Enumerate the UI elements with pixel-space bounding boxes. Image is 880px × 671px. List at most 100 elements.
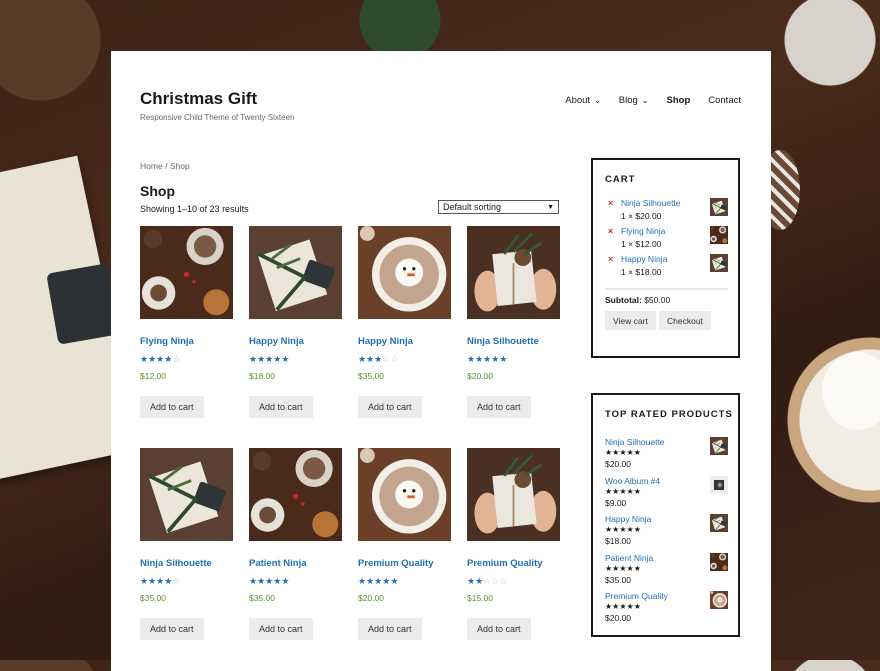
star-rating: ★★★★★ (605, 448, 641, 457)
cart-item-thumbnail[interactable] (710, 198, 728, 216)
top-rated-item: Happy Ninja ★★★★★ $18.00 (605, 514, 728, 552)
site-description: Responsive Child Theme of Twenty Sixteen (140, 113, 295, 122)
top-rated-price: $9.00 (605, 497, 627, 508)
breadcrumb: Home / Shop (140, 161, 190, 171)
add-to-cart-button[interactable]: Add to cart (467, 396, 531, 418)
cart-item-quantity: 1 × $12.00 (621, 239, 662, 249)
site-title[interactable]: Christmas Gift (140, 89, 257, 109)
view-cart-button[interactable]: View cart (605, 311, 656, 330)
add-to-cart-button[interactable]: Add to cart (358, 618, 422, 640)
product-image[interactable] (467, 226, 560, 319)
top-rated-thumbnail[interactable] (710, 475, 728, 494)
product-card: Flying Ninja ★★★★☆ $12.00 Add to cart (140, 226, 233, 448)
product-name[interactable]: Premium Quality (467, 558, 543, 569)
cart-item: × Ninja Silhouette 1 × $20.00 (605, 198, 728, 224)
sorting-select[interactable]: Default sorting ▼ (438, 200, 559, 214)
product-price: $35.00 (140, 593, 166, 603)
result-count: Showing 1–10 of 23 results (140, 204, 249, 214)
top-rated-thumbnail[interactable] (710, 591, 728, 609)
checkout-button[interactable]: Checkout (659, 311, 711, 330)
product-name[interactable]: Flying Ninja (140, 336, 194, 347)
cart-item-name[interactable]: Flying Ninja (621, 226, 665, 236)
top-rated-thumbnail[interactable] (710, 437, 728, 455)
top-rated-name[interactable]: Patient Ninja (605, 553, 653, 563)
top-rated-name[interactable]: Happy Ninja (605, 514, 651, 524)
top-rated-name[interactable]: Woo Album #4 (605, 476, 660, 486)
product-card: Ninja Silhouette ★★★★★ $20.00 Add to car… (467, 226, 560, 448)
product-grid: Flying Ninja ★★★★☆ $12.00 Add to cart Ha… (140, 226, 560, 670)
background-gift-tag (46, 263, 120, 345)
top-rated-thumbnail[interactable] (710, 514, 728, 532)
product-card: Happy Ninja ★★★★★ $18.00 Add to cart (249, 226, 342, 448)
page-title: Shop (140, 183, 175, 199)
product-name[interactable]: Patient Ninja (249, 558, 307, 569)
star-rating: ★★★★★ (605, 525, 641, 534)
add-to-cart-button[interactable]: Add to cart (249, 618, 313, 640)
top-rated-price: $35.00 (605, 574, 631, 585)
top-rated-price: $18.00 (605, 536, 631, 546)
product-name[interactable]: Premium Quality (358, 558, 434, 569)
cart-item-quantity: 1 × $20.00 (621, 211, 662, 221)
cart-item-name[interactable]: Ninja Silhouette (621, 198, 681, 208)
product-image[interactable] (249, 448, 342, 541)
breadcrumb-home[interactable]: Home (140, 161, 163, 171)
top-rated-thumbnail[interactable] (710, 552, 728, 571)
star-rating: ★★★★★ (249, 576, 290, 586)
product-name[interactable]: Ninja Silhouette (467, 336, 539, 347)
sorting-value: Default sorting (443, 202, 502, 212)
top-rated-item: Ninja Silhouette ★★★★★ $20.00 (605, 437, 728, 475)
top-rated-widget: TOP RATED PRODUCTS Ninja Silhouette ★★★★… (591, 393, 740, 637)
product-name[interactable]: Happy Ninja (358, 336, 413, 347)
top-rated-price: $20.00 (605, 613, 631, 623)
remove-icon[interactable]: × (608, 198, 613, 208)
add-to-cart-button[interactable]: Add to cart (249, 396, 313, 418)
nav-about-label: About (565, 95, 591, 106)
product-image[interactable] (249, 226, 342, 319)
product-price: $20.00 (358, 593, 384, 603)
cart-item-thumbnail[interactable] (710, 254, 728, 272)
cart-item: × Happy Ninja 1 × $18.00 (605, 254, 728, 280)
product-price: $18.00 (249, 371, 275, 381)
product-price: $20.00 (467, 371, 493, 381)
add-to-cart-button[interactable]: Add to cart (140, 618, 204, 640)
top-rated-item: Premium Quality ★★★★★ $20.00 (605, 591, 728, 629)
top-rated-name[interactable]: Premium Quality (605, 591, 668, 601)
star-rating: ★★★★★ (358, 576, 399, 586)
product-image[interactable] (140, 448, 233, 541)
top-rated-item: Woo Album #4 ★★★★★ $9.00 (605, 475, 728, 514)
star-rating: ★★★★★ (249, 354, 290, 364)
nav-blog[interactable]: Blog ⌄ (619, 95, 649, 106)
product-image[interactable] (140, 226, 233, 319)
breadcrumb-separator: / (165, 161, 168, 171)
product-image[interactable] (358, 448, 451, 541)
star-rating: ★★★★★ (605, 602, 641, 611)
add-to-cart-button[interactable]: Add to cart (140, 396, 204, 418)
add-to-cart-button[interactable]: Add to cart (467, 618, 531, 640)
cart-widget: CART × Ninja Silhouette 1 × $20.00 × Fly… (591, 158, 740, 358)
subtotal-value: $50.00 (644, 295, 671, 305)
chevron-down-icon: ⌄ (594, 96, 601, 105)
product-card: Premium Quality ★★★★★ $20.00 Add to cart (358, 448, 451, 670)
background-marshmallow (822, 352, 880, 430)
nav-shop[interactable]: Shop (667, 95, 691, 106)
nav-blog-label: Blog (618, 95, 638, 106)
product-name[interactable]: Ninja Silhouette (140, 558, 212, 569)
remove-icon[interactable]: × (608, 254, 613, 264)
star-rating: ★★★★★ (605, 563, 641, 573)
remove-icon[interactable]: × (608, 226, 613, 236)
subtotal-label: Subtotal: (605, 295, 642, 305)
nav-about[interactable]: About ⌄ (565, 95, 601, 106)
product-image[interactable] (467, 448, 560, 541)
top-rated-name[interactable]: Ninja Silhouette (605, 437, 665, 447)
nav-contact[interactable]: Contact (708, 95, 741, 106)
chevron-down-icon: ⌄ (641, 96, 649, 105)
cart-item-name[interactable]: Happy Ninja (621, 254, 667, 264)
product-price: $15.00 (467, 593, 493, 603)
cart-item: × Flying Ninja 1 × $12.00 (605, 226, 728, 252)
product-name[interactable]: Happy Ninja (249, 336, 304, 347)
add-to-cart-button[interactable]: Add to cart (358, 396, 422, 418)
product-image[interactable] (358, 226, 451, 319)
cart-item-thumbnail[interactable] (710, 226, 728, 244)
nav-shop-label: Shop (666, 95, 691, 106)
product-card: Patient Ninja ★★★★★ $35.00 Add to cart (249, 448, 342, 670)
